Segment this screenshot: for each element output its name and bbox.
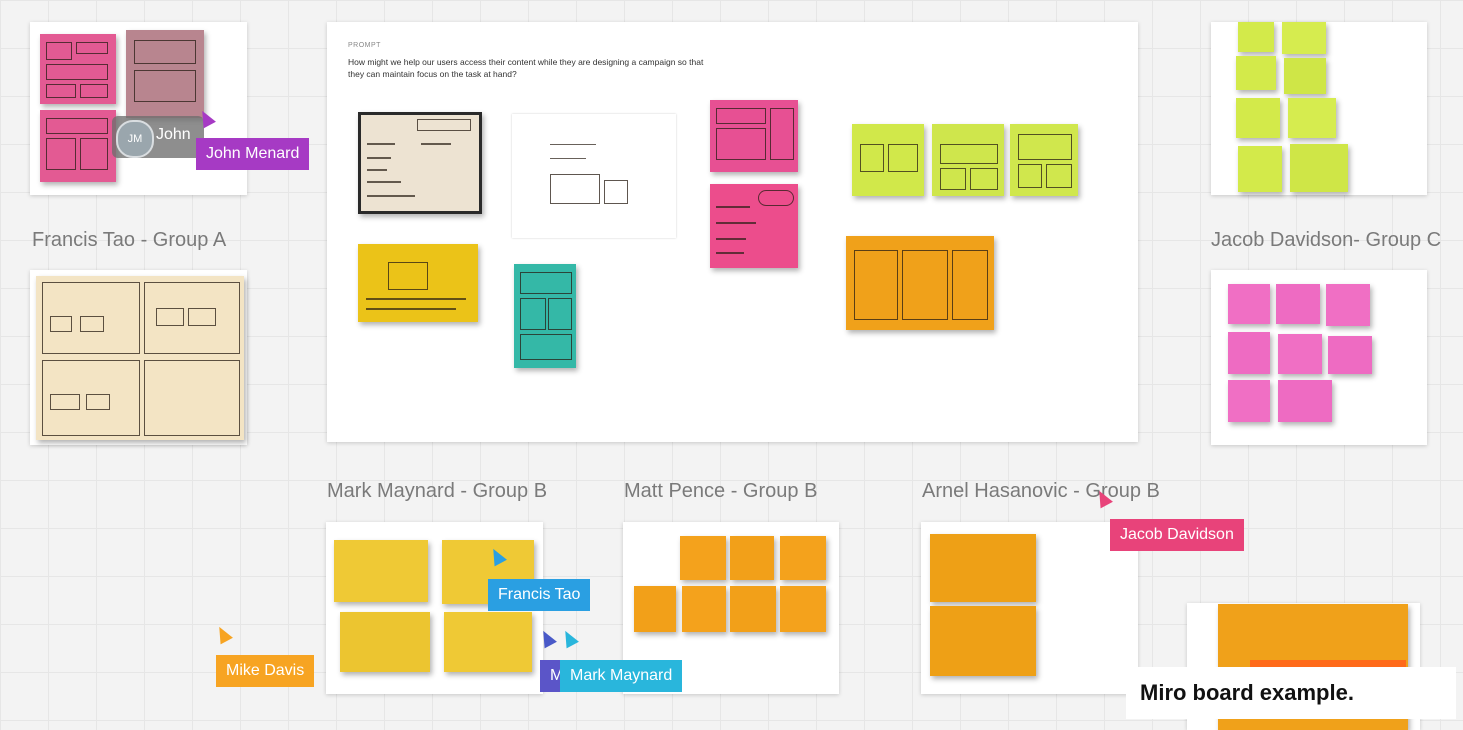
sticky-yellow[interactable] <box>334 540 428 602</box>
sticky-lime[interactable] <box>1238 146 1282 192</box>
cursor-arrow-icon <box>213 623 233 645</box>
cursor-label-john-menard: John Menard <box>196 138 310 170</box>
sticky-lime[interactable] <box>1238 22 1274 52</box>
sticky-pink[interactable] <box>40 110 116 182</box>
group-label-matt: Matt Pence - Group B <box>624 480 818 502</box>
group-label-mark: Mark Maynard - Group B <box>327 480 548 502</box>
avatar[interactable]: JM <box>116 120 154 158</box>
sticky-magenta[interactable] <box>1328 336 1372 374</box>
paper-sketch[interactable] <box>358 112 482 214</box>
cursor-label-mark-maynard: Mark Maynard <box>560 660 683 692</box>
sticky-pink[interactable] <box>710 184 798 268</box>
sticky-mauve[interactable] <box>126 30 204 118</box>
sticky-orange[interactable] <box>730 586 776 632</box>
sticky-magenta[interactable] <box>1326 284 1370 326</box>
sticky-orange[interactable] <box>682 586 726 632</box>
group-label-francis: Francis Tao - Group A <box>32 229 227 251</box>
sticky-magenta[interactable] <box>1276 284 1320 324</box>
sticky-magenta[interactable] <box>1278 380 1332 422</box>
sticky-orange[interactable] <box>846 236 994 330</box>
sticky-orange[interactable] <box>680 536 726 580</box>
sticky-yellow[interactable] <box>340 612 430 672</box>
sticky-magenta[interactable] <box>1228 380 1270 422</box>
cursor-label-mike-davis: Mike Davis <box>216 655 315 687</box>
sticky-lime[interactable] <box>1236 98 1280 138</box>
sticky-lime[interactable] <box>1290 144 1348 192</box>
whiteboard-sketch[interactable] <box>512 114 676 238</box>
cursor-label-jacob-davidson: Jacob Davidson <box>1110 519 1244 551</box>
sticky-lime[interactable] <box>1288 98 1336 138</box>
sticky-orange[interactable] <box>634 586 676 632</box>
prompt-header: PROMPT <box>348 42 381 49</box>
group-label-arnel: Arnel Hasanovic - Group B <box>922 480 1160 502</box>
prompt-text: How might we help our users access their… <box>348 57 704 79</box>
sticky-lime[interactable] <box>852 124 924 196</box>
avatar-name: John <box>156 126 191 143</box>
sticky-teal[interactable] <box>514 264 576 368</box>
sticky-yellow[interactable] <box>358 244 478 322</box>
sticky-lime[interactable] <box>1284 58 1326 94</box>
sticky-magenta[interactable] <box>1228 284 1270 324</box>
sticky-orange[interactable] <box>930 606 1036 676</box>
sticky-orange[interactable] <box>930 534 1036 602</box>
group-label-jacob: Jacob Davidson- Group C <box>1211 229 1442 251</box>
sticky-magenta[interactable] <box>1228 332 1270 374</box>
sticky-yellow[interactable] <box>444 612 532 672</box>
cursor-arrow-icon <box>559 627 579 649</box>
caption: Miro board example. <box>1126 667 1456 719</box>
sticky-lime[interactable] <box>1010 124 1078 196</box>
sticky-pink[interactable] <box>40 34 116 104</box>
sticky-orange[interactable] <box>780 586 826 632</box>
sticky-lime[interactable] <box>932 124 1004 196</box>
sticky-lime[interactable] <box>1236 56 1276 90</box>
sticky-magenta[interactable] <box>1278 334 1322 374</box>
sticky-orange[interactable] <box>730 536 774 580</box>
sticky-pink[interactable] <box>710 100 798 172</box>
paper-sketch[interactable] <box>36 276 244 440</box>
cursor-label-francis-tao: Francis Tao <box>488 579 591 611</box>
sticky-lime[interactable] <box>1282 22 1326 54</box>
sticky-orange[interactable] <box>780 536 826 580</box>
